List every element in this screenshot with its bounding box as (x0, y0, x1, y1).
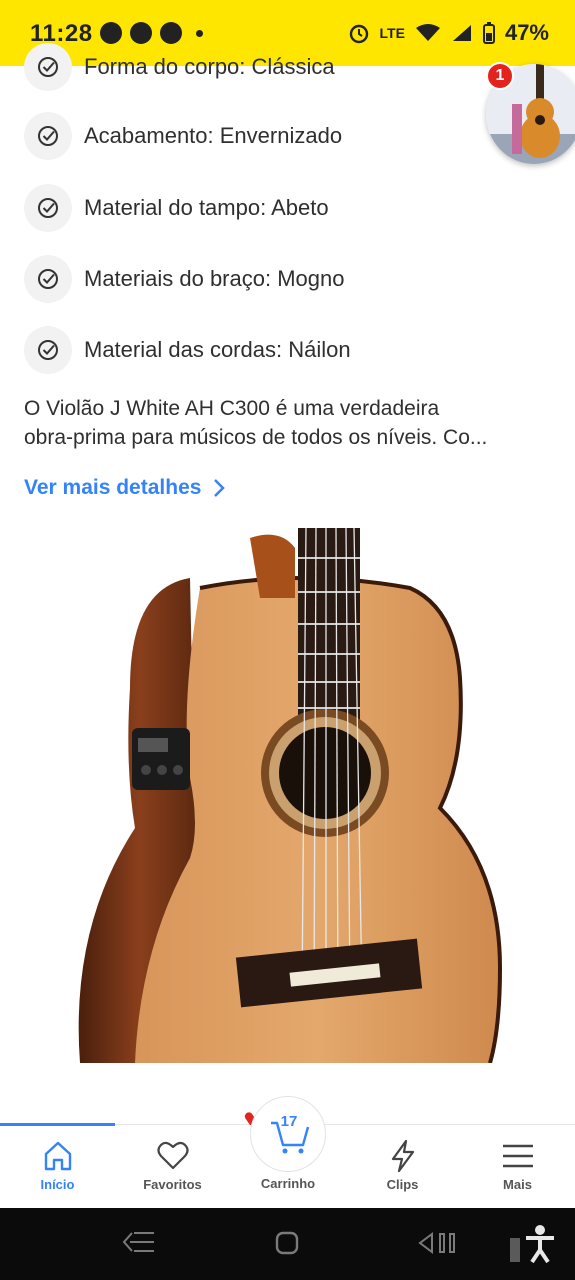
nav-item-carrinho[interactable]: 17 (250, 1096, 326, 1172)
spec-item-string-material: Material das cordas: Náilon (24, 325, 351, 375)
signal-icon (452, 25, 471, 41)
home-icon (44, 1141, 71, 1171)
nav-label-carrinho: Carrinho (260, 1176, 316, 1191)
home-button-icon[interactable] (274, 1230, 300, 1256)
check-icon (24, 43, 72, 91)
alarm-icon (349, 24, 368, 44)
spec-item-finish: Acabamento: Envernizado (24, 111, 342, 161)
see-more-details-link[interactable]: Ver mais detalhes (24, 476, 226, 500)
spec-item-neck-material: Materiais do braço: Mogno (24, 254, 344, 304)
heart-icon (156, 1141, 189, 1170)
more-notifications-icon (196, 29, 203, 37)
battery-icon (482, 22, 495, 44)
status-right-icons: LTE 47% (348, 20, 549, 46)
chevron-right-icon (214, 479, 226, 497)
nav-item-inicio[interactable]: Início (0, 1125, 115, 1209)
nav-item-clips[interactable]: Clips (345, 1125, 460, 1209)
nav-item-favoritos[interactable]: Favoritos (115, 1125, 230, 1209)
system-navigation-bar (0, 1208, 575, 1280)
spec-label: Forma do corpo: Clássica (84, 54, 335, 79)
spec-item-body-shape: Forma do corpo: Clássica (24, 42, 335, 92)
lightning-icon (391, 1139, 414, 1173)
notification-badge: 1 (486, 62, 514, 90)
battery-percent: 47% (504, 20, 549, 45)
spec-label: Acabamento: Envernizado (84, 123, 343, 148)
messenger-icon (130, 22, 152, 44)
volte-icon: LTE (379, 25, 405, 41)
wifi-icon (415, 24, 440, 41)
status-notification-icons (100, 22, 203, 44)
spec-label: Material do tampo: Abeto (84, 195, 329, 220)
check-icon (24, 112, 72, 160)
spec-item-top-material: Material do tampo: Abeto (24, 183, 329, 233)
menu-icon (502, 1144, 533, 1168)
spec-label: Materiais do braço: Mogno (84, 266, 345, 291)
description-line-1: O Violão J White AH C300 é uma verdadeir… (24, 397, 440, 420)
check-icon (24, 326, 72, 374)
nav-label-clips: Clips (386, 1177, 419, 1192)
accessibility-icon[interactable] (508, 1224, 554, 1264)
product-image[interactable] (70, 527, 510, 1064)
nav-item-mais[interactable]: Mais (460, 1125, 575, 1209)
nav-label-inicio: Início (40, 1177, 75, 1192)
description-line-2: obra-prima para músicos de todos os níve… (24, 426, 488, 449)
recent-apps-icon[interactable] (416, 1230, 460, 1256)
see-more-label: Ver mais detalhes (24, 476, 202, 499)
spec-label: Material das cordas: Náilon (84, 337, 351, 362)
nav-label-favoritos: Favoritos (143, 1177, 202, 1192)
check-icon (24, 184, 72, 232)
product-description: O Violão J White AH C300 é uma verdadeir… (24, 394, 554, 452)
messenger-icon (100, 22, 122, 44)
check-icon (24, 255, 72, 303)
back-menu-icon[interactable] (122, 1230, 156, 1254)
nav-label-mais: Mais (503, 1177, 532, 1192)
chat-icon (160, 22, 182, 44)
cart-icon (271, 1121, 310, 1154)
